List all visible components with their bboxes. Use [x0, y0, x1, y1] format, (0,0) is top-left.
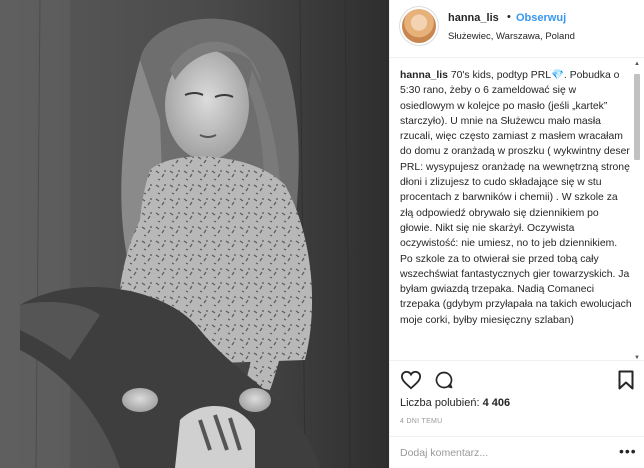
likes-count[interactable]: Liczba polubień: 4 406: [400, 397, 510, 409]
separator-dot: •: [507, 11, 511, 23]
post-timestamp[interactable]: 4 DNI TEMU: [400, 418, 443, 425]
likes-number: 4 406: [482, 397, 511, 409]
photo-image: [0, 0, 389, 468]
scroll-thumb[interactable]: [634, 74, 640, 160]
location-link[interactable]: Służewiec, Warszawa, Poland: [448, 31, 575, 42]
more-options-button[interactable]: •••: [619, 443, 637, 459]
follow-button[interactable]: Obserwuj: [516, 12, 566, 24]
scroll-up-arrow-icon[interactable]: ▲: [633, 60, 641, 68]
caption-username[interactable]: hanna_lis: [400, 70, 448, 81]
likes-label: Liczba polubień:: [400, 397, 480, 409]
caption-text: 70's kids, podtyp PRL💎. Pobudka o 5:30 r…: [400, 70, 632, 326]
action-bar: [390, 360, 644, 400]
heart-icon[interactable]: [400, 370, 422, 390]
bookmark-icon[interactable]: [618, 370, 634, 390]
comment-icon[interactable]: [434, 370, 454, 390]
post-sidebar: hanna_lis • Obserwuj Służewiec, Warszawa…: [389, 0, 644, 468]
comment-bar: •••: [390, 436, 644, 468]
caption: hanna_lis 70's kids, podtyp PRL💎. Pobudk…: [400, 68, 632, 328]
caption-scrollbar[interactable]: ▲ ▼: [633, 60, 641, 362]
post-header: hanna_lis • Obserwuj Służewiec, Warszawa…: [390, 0, 644, 58]
comment-input[interactable]: [400, 445, 600, 461]
caption-area[interactable]: hanna_lis 70's kids, podtyp PRL💎. Pobudk…: [400, 68, 632, 360]
post-photo[interactable]: [0, 0, 389, 468]
avatar[interactable]: [402, 9, 436, 43]
username-link[interactable]: hanna_lis: [448, 12, 499, 24]
